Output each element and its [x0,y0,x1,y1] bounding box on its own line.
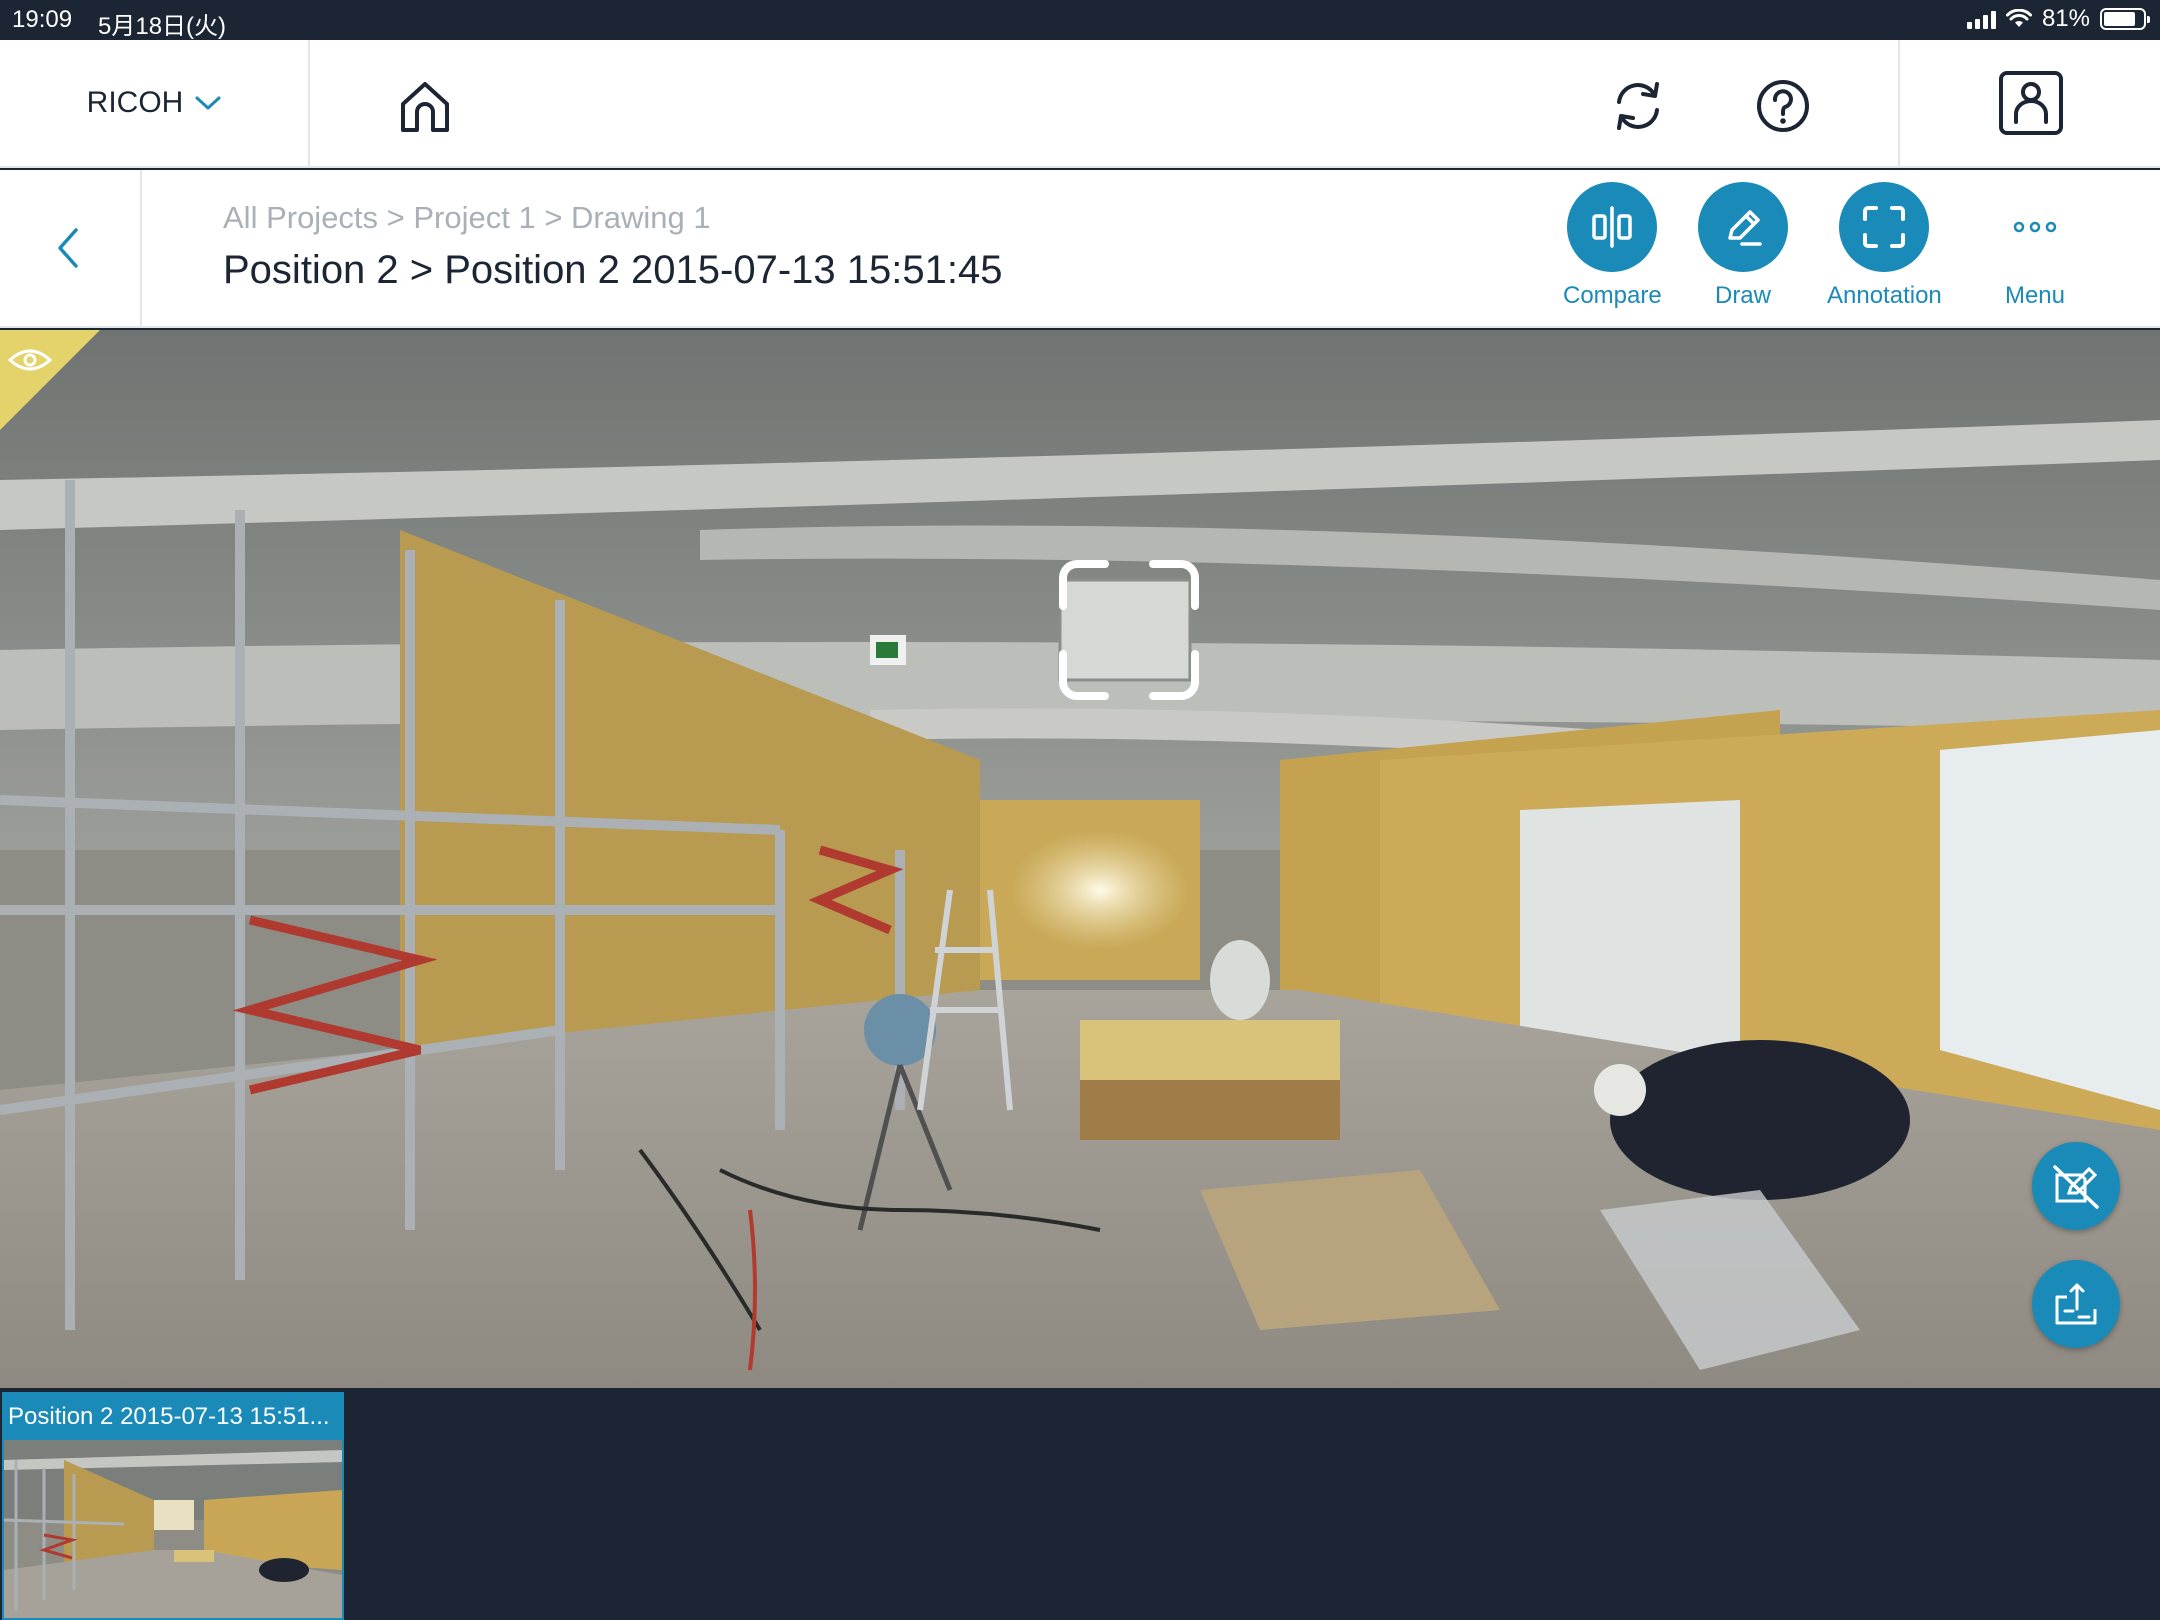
draw-label: Draw [1714,282,1771,309]
home-icon[interactable] [395,78,455,134]
hide-drawing-button[interactable] [2032,1142,2120,1230]
compare-label: Compare [1563,282,1662,309]
pencil-icon [1728,210,1762,246]
map-pin-icon [2055,1283,2097,1325]
brand-name: RICOH [86,86,184,119]
annotation-button[interactable]: Annotation [1827,182,1942,310]
status-date: 5月18日(火) [98,13,227,40]
capture-strip: Position 2 2015-07-13 15:51... [0,1390,2160,1620]
thumbnail-label: Position 2 2015-07-13 15:51... [4,1394,342,1440]
user-profile-icon[interactable] [1998,70,2064,136]
draw-button[interactable]: Draw [1698,182,1788,310]
panorama-image [0,330,2160,1388]
annotation-marker[interactable] [1055,556,1203,704]
annotation-frame-icon [1863,206,1906,248]
visibility-toggle[interactable] [0,330,100,430]
status-bar: 19:09 5月18日(火) 81% [0,0,2160,40]
back-button[interactable] [0,170,142,326]
floor-plan-button[interactable] [2032,1260,2120,1348]
breadcrumb[interactable]: All Projects > Project 1 > Drawing 1 [223,200,711,236]
battery-percent: 81% [2041,5,2090,32]
sub-header: All Projects > Project 1 > Drawing 1 Pos… [0,170,2160,328]
annotation-label: Annotation [1827,282,1942,309]
chevron-left-icon [58,228,78,268]
thumbnail-card[interactable]: Position 2 2015-07-13 15:51... [2,1392,344,1620]
cellular-signal-icon [1966,9,1996,29]
menu-label: Menu [2004,282,2066,309]
sync-icon[interactable] [1610,78,1666,134]
page-title: Position 2 > Position 2 2015-07-13 15:51… [223,248,1003,292]
panorama-viewer[interactable] [0,330,2160,1388]
more-dots-icon [2013,221,2057,233]
user-zone [1898,40,2160,166]
menu-button[interactable]: Menu [1990,182,2080,310]
compare-icon [1592,206,1633,248]
thumbnail-image [4,1440,342,1618]
chevron-down-icon [195,96,221,110]
app-header: RICOH [0,40,2160,168]
pencil-off-icon [2053,1165,2099,1209]
help-icon[interactable] [1755,78,1811,134]
compare-button[interactable]: Compare [1563,182,1662,310]
brand-selector[interactable]: RICOH [0,40,310,166]
status-time: 19:09 [12,6,73,33]
battery-icon [2100,8,2150,30]
wifi-icon [2005,9,2032,27]
status-indicators: 81% [1966,5,2150,33]
